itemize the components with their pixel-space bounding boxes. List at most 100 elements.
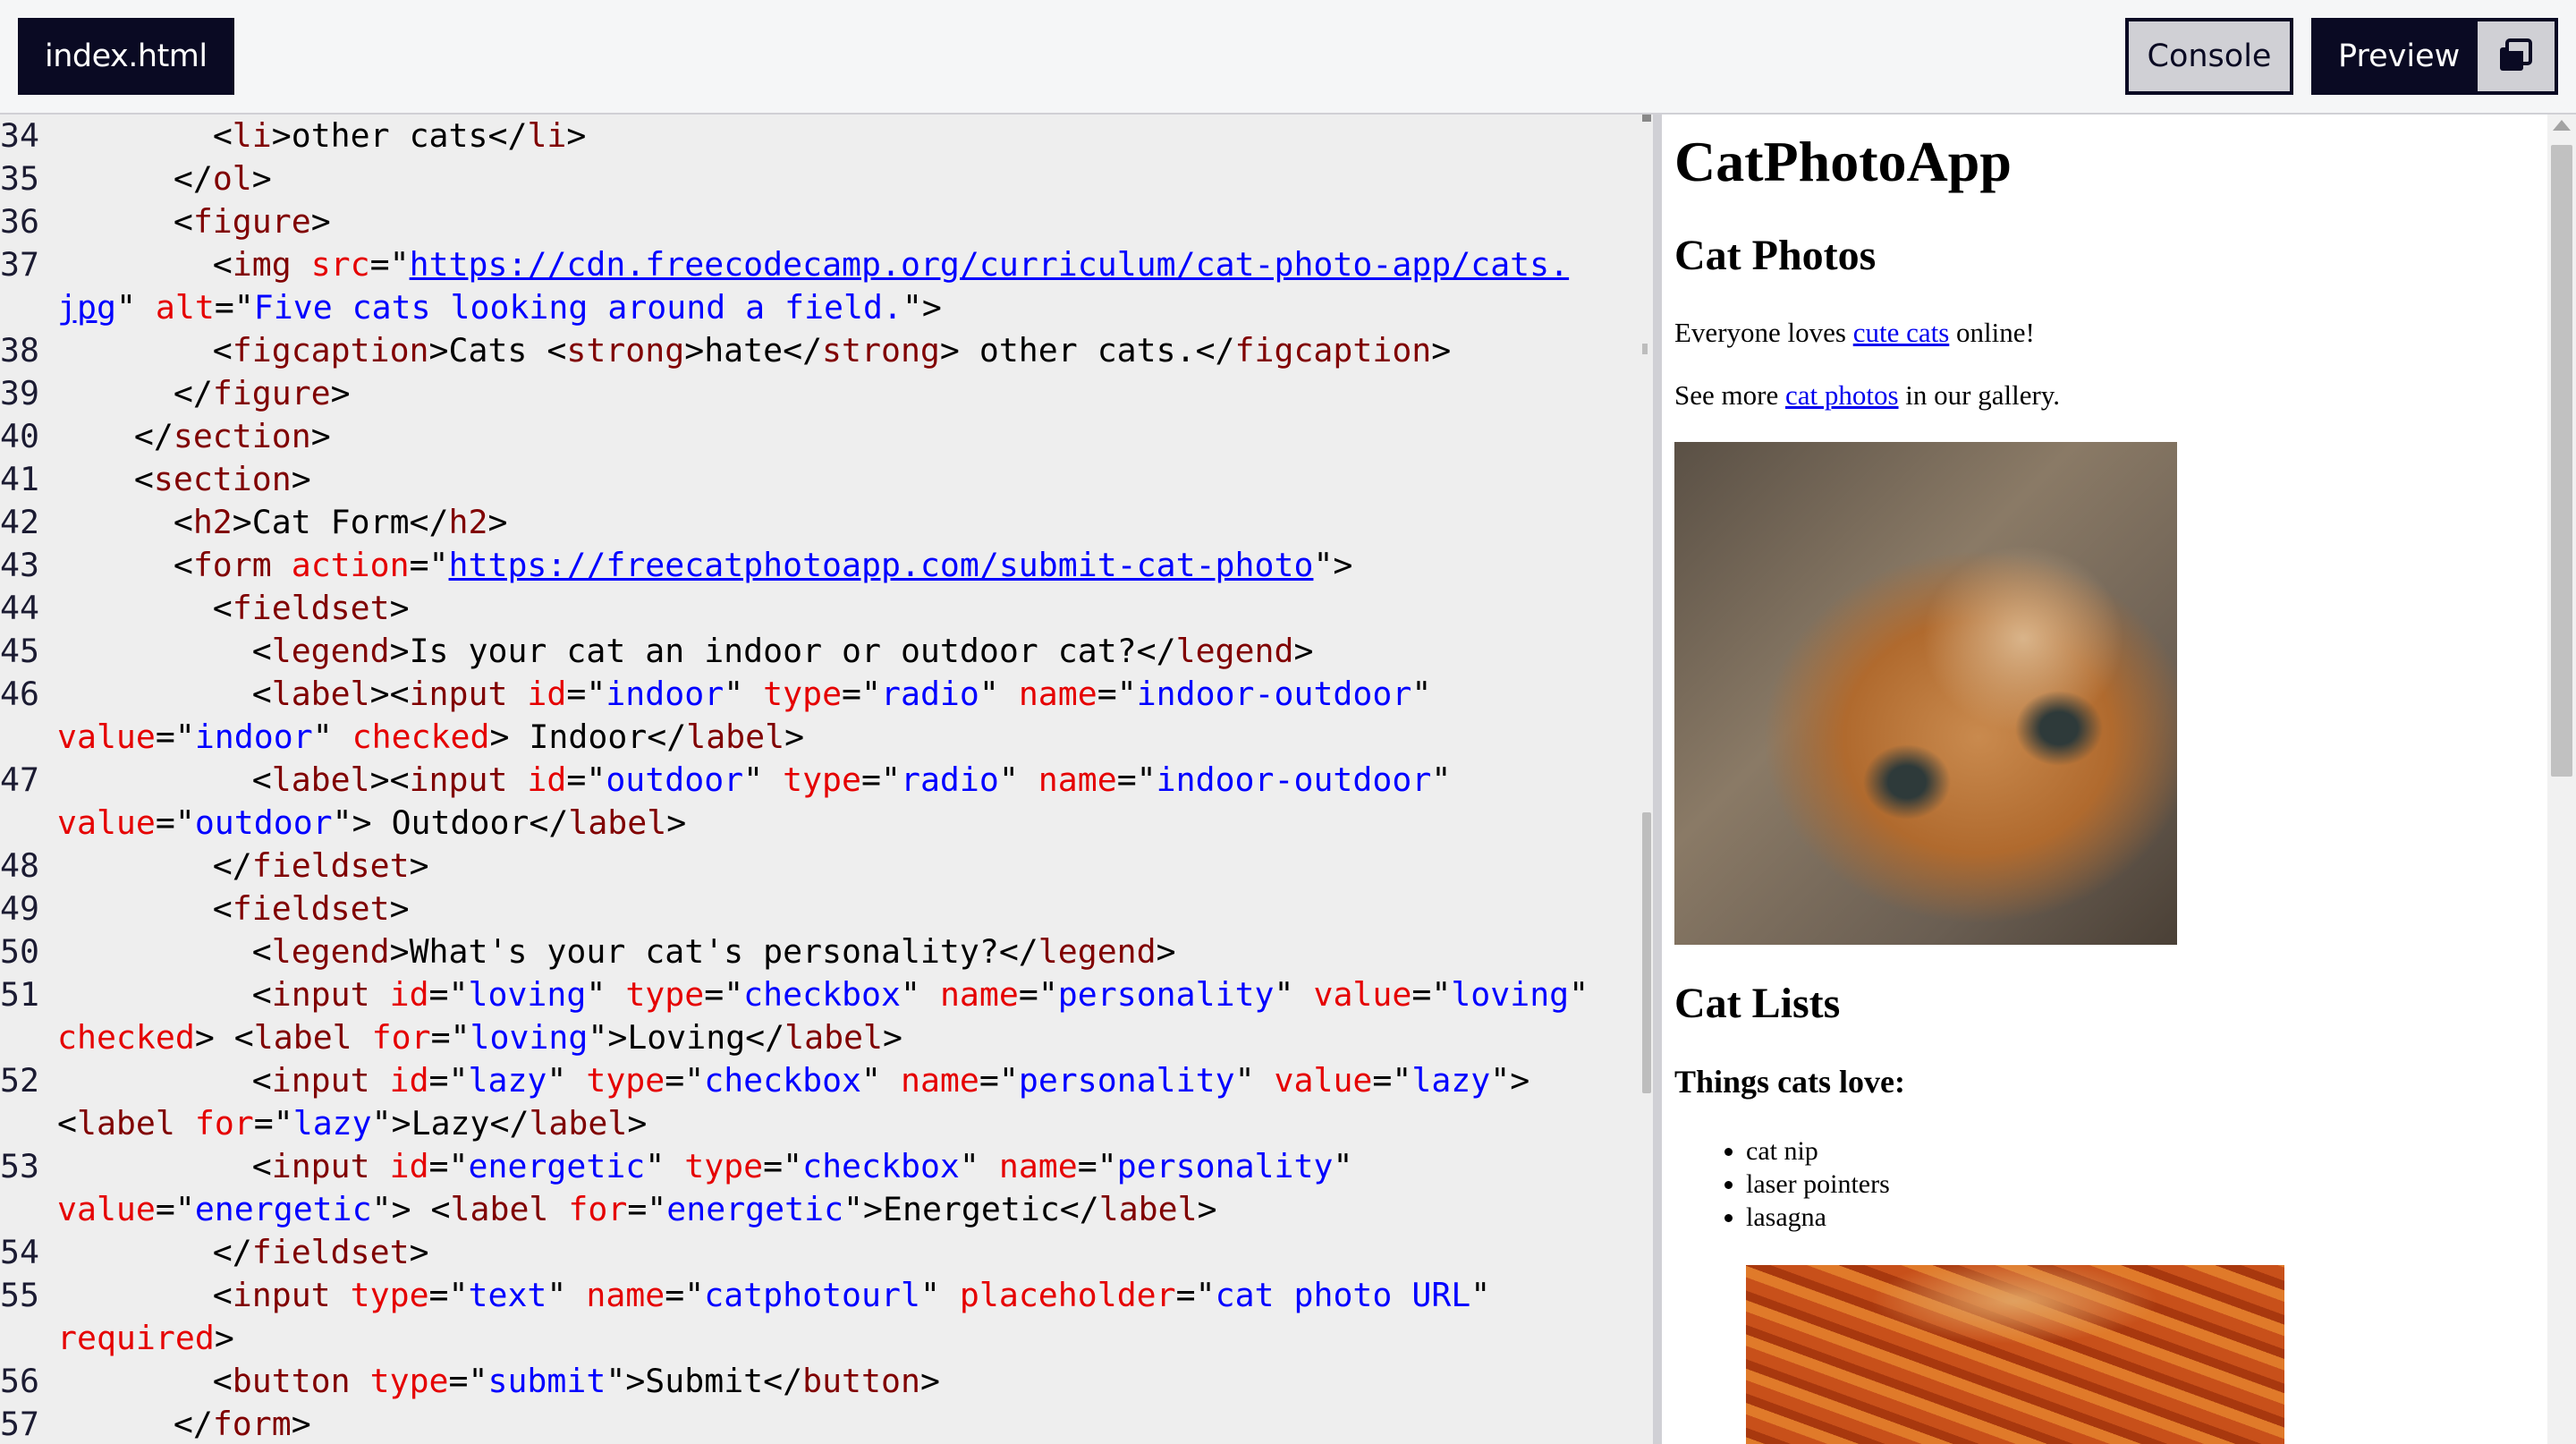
code-token: name: [1018, 675, 1097, 713]
code-token: src: [310, 245, 370, 284]
code-token: form: [192, 546, 272, 584]
code-line[interactable]: 55 <input type="text" name="catphotourl"…: [0, 1274, 1653, 1360]
code-text: <figcaption>Cats <strong>hate</strong> o…: [55, 329, 1451, 372]
code-token: indoor-outdoor: [1156, 760, 1432, 799]
code-line[interactable]: 57 </form>: [0, 1403, 1653, 1444]
cat-photo-image[interactable]: [1674, 442, 2177, 945]
code-token: ">Loving</: [588, 1018, 785, 1057]
code-line[interactable]: 54 </fieldset>: [0, 1231, 1653, 1274]
code-token: <: [55, 675, 272, 713]
code-text: </figure>: [55, 372, 351, 415]
code-line[interactable]: 36 <figure>: [0, 200, 1653, 243]
code-line[interactable]: 52 <input id="lazy" type="checkbox" name…: [0, 1059, 1653, 1145]
code-token: ": [547, 1276, 587, 1314]
code-line[interactable]: 48 </fieldset>: [0, 845, 1653, 888]
code-token: name: [586, 1276, 665, 1314]
code-token: ": [900, 975, 940, 1014]
code-line[interactable]: 56 <button type="submit">Submit</button>: [0, 1360, 1653, 1403]
code-token: lazy: [468, 1061, 547, 1100]
code-line[interactable]: 39 </figure>: [0, 372, 1653, 415]
code-line[interactable]: 45 <legend>Is your cat an indoor or outd…: [0, 630, 1653, 673]
window-popout-icon[interactable]: [2478, 21, 2555, 91]
code-token: indoor: [606, 675, 724, 713]
code-text: </form>: [55, 1403, 311, 1444]
editor-scroll-marker: [1642, 344, 1648, 354]
code-token: button: [802, 1362, 920, 1400]
code-token: </: [55, 1233, 252, 1271]
code-token: name: [1038, 760, 1117, 799]
code-token: strong: [566, 331, 685, 369]
code-token: </: [55, 417, 174, 455]
code-token: ": [1274, 975, 1314, 1014]
code-token: fieldset: [232, 889, 390, 928]
pane-divider[interactable]: [1653, 115, 1662, 1444]
code-token: <: [55, 503, 193, 541]
code-token: type: [684, 1147, 764, 1185]
code-line[interactable]: 35 </ol>: [0, 157, 1653, 200]
code-token: ><: [369, 760, 410, 799]
code-text: <fieldset>: [55, 587, 410, 630]
link-cute-cats[interactable]: cute cats: [1853, 317, 1950, 348]
code-line[interactable]: 42 <h2>Cat Form</h2>: [0, 501, 1653, 544]
code-token: label: [686, 718, 785, 756]
code-token: =": [214, 288, 254, 327]
code-token: li: [232, 116, 272, 155]
code-token: figure: [212, 374, 331, 412]
link-cat-photos[interactable]: cat photos: [1785, 379, 1899, 411]
code-token: radio: [881, 675, 979, 713]
code-token: <: [212, 116, 233, 155]
code-editor[interactable]: 34 <li>other cats</li> 35 </ol> 36 <figure…: [0, 115, 1653, 1444]
code-token: form: [212, 1405, 292, 1443]
code-token: ": [743, 760, 784, 799]
code-token: >: [409, 1233, 429, 1271]
code-token: <: [55, 889, 233, 928]
code-token: >: [1293, 632, 1314, 670]
code-token: energetic: [468, 1147, 646, 1185]
code-text: </ol>: [55, 157, 272, 200]
scroll-up-arrow-icon[interactable]: [2553, 120, 2571, 131]
code-wrapped-text: jpg" alt="Five cats looking around a fie…: [0, 286, 1569, 329]
code-token: section: [153, 460, 292, 498]
code-token: ": [724, 675, 764, 713]
list-item: laser pointers: [1746, 1168, 1890, 1201]
code-token: input: [271, 1147, 370, 1185]
line-number: 42: [0, 503, 39, 541]
code-line[interactable]: 44 <fieldset>: [0, 587, 1653, 630]
code-text: <section>: [55, 458, 311, 501]
console-button[interactable]: Console: [2125, 18, 2293, 95]
code-token: ": [979, 675, 1019, 713]
preview-scrollbar-thumb[interactable]: [2551, 145, 2572, 777]
code-token: >: [1156, 932, 1176, 971]
code-line[interactable]: 50 <legend>What's your cat's personality…: [0, 930, 1653, 973]
code-text: <input id="energetic" type="checkbox" na…: [55, 1145, 1352, 1231]
editor-scroll-marker: [1642, 115, 1651, 122]
file-tab-index-html[interactable]: index.html: [18, 18, 234, 95]
code-token: <: [55, 1362, 233, 1400]
code-token: =": [1018, 975, 1058, 1014]
code-token: placeholder: [959, 1276, 1176, 1314]
code-token: value: [57, 803, 156, 842]
code-line[interactable]: 43 <form action="https://freecatphotoapp…: [0, 544, 1653, 587]
code-line[interactable]: 51 <input id="loving" type="checkbox" na…: [0, 973, 1653, 1059]
editor-scrollbar-track[interactable]: [1639, 115, 1651, 1444]
code-line[interactable]: 53 <input id="energetic" type="checkbox"…: [0, 1145, 1653, 1231]
code-token: for: [194, 1104, 254, 1142]
editor-scrollbar-thumb[interactable]: [1642, 812, 1651, 1093]
code-token: ": [586, 975, 626, 1014]
code-token: =": [1372, 1061, 1412, 1100]
code-line[interactable]: 47 <label><input id="outdoor" type="radi…: [0, 759, 1653, 845]
code-line[interactable]: 46 <label><input id="indoor" type="radio…: [0, 673, 1653, 759]
code-line[interactable]: 38 <figcaption>Cats <strong>hate</strong…: [0, 329, 1653, 372]
code-line[interactable]: 40 </section>: [0, 415, 1653, 458]
code-token: =": [763, 1147, 803, 1185]
code-token: =": [627, 1190, 667, 1228]
preview-button[interactable]: Preview: [2311, 18, 2558, 95]
code-line[interactable]: 49 <fieldset>: [0, 888, 1653, 930]
code-line[interactable]: 34 <li>other cats</li>: [0, 115, 1653, 157]
code-line[interactable]: 41 <section>: [0, 458, 1653, 501]
code-token: =": [1175, 1276, 1216, 1314]
code-line[interactable]: 37 <img src="https://cdn.freecodecamp.or…: [0, 243, 1653, 329]
code-token: label: [784, 1018, 883, 1057]
